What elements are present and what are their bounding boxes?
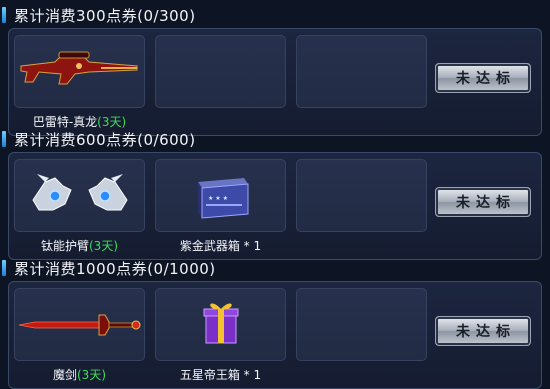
tier-panel: 钛能护臂(3天) ★ ★ ★ 紫金武器箱 * 1 未达标 [8,152,542,260]
reward-slot-empty [155,35,286,108]
reward-slot[interactable] [14,159,145,232]
tier-marker [2,260,6,276]
tier-title: 累计消费300点券(0/300) [14,6,196,25]
claim-status-button[interactable]: 未达标 [435,63,531,93]
tier-panel: 巴雷特-真龙(3天) 未达标 [8,28,542,136]
reward-slot[interactable] [155,288,286,361]
reward-label: 紫金武器箱 * 1 [155,237,286,254]
reward-slot-empty [296,159,427,232]
gauntlet-icon [15,160,146,233]
reward-slot[interactable] [14,288,145,361]
tier-marker [2,7,6,23]
claim-status-button[interactable]: 未达标 [435,316,531,346]
reward-label: 五星帝王箱 * 1 [155,366,286,383]
reward-slot-empty [296,288,427,361]
reward-name: 魔剑 [52,368,77,382]
sniper-rifle-icon [15,36,146,109]
claim-status-button[interactable]: 未达标 [435,187,531,217]
tier-title: 累计消费1000点券(0/1000) [14,259,216,278]
tier-panel: 魔剑(3天) 五星帝王箱 * 1 未达标 [8,281,542,389]
reward-label: 魔剑(3天) [14,366,145,383]
tier-header: 累计消费600点券(0/600) [0,126,550,152]
gift-box-icon [156,289,287,362]
tier-header: 累计消费1000点券(0/1000) [0,255,550,281]
reward-duration: (3天) [89,239,118,253]
reward-name: 五星帝王箱 * 1 [179,368,262,382]
reward-label: 钛能护臂(3天) [14,237,145,254]
svg-text:★ ★ ★: ★ ★ ★ [208,195,228,202]
tier-marker [2,131,6,147]
reward-slot[interactable]: ★ ★ ★ [155,159,286,232]
weapon-box-icon: ★ ★ ★ [156,160,287,233]
reward-slot-empty [296,35,427,108]
tier-header: 累计消费300点券(0/300) [0,2,550,28]
sword-icon [15,289,146,362]
reward-duration: (3天) [77,368,106,382]
reward-name: 紫金武器箱 * 1 [179,239,262,253]
reward-name: 钛能护臂 [40,239,89,253]
reward-slot[interactable] [14,35,145,108]
tier-title: 累计消费600点券(0/600) [14,130,196,149]
